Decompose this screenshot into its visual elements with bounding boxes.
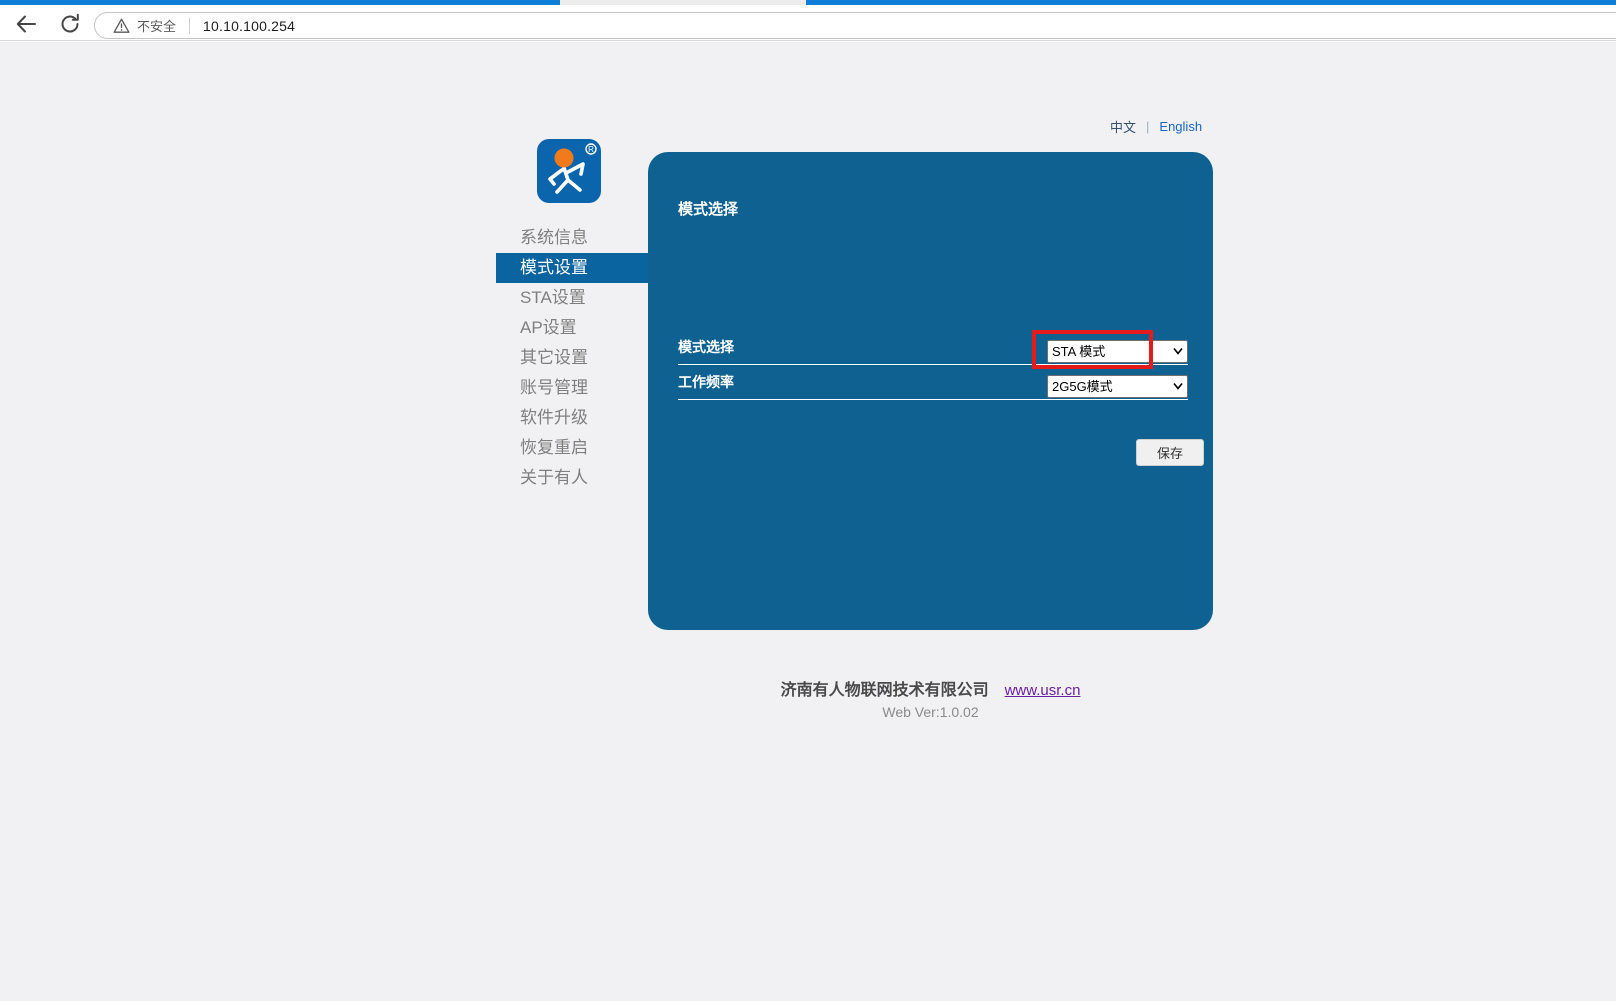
sidebar-menu: 系统信息 模式设置 STA设置 AP设置 其它设置 账号管理 软件升级 恢复重启… bbox=[496, 223, 648, 493]
reload-icon bbox=[58, 12, 82, 36]
url-text: 10.10.100.254 bbox=[203, 18, 295, 34]
usr-logo: R bbox=[537, 139, 601, 203]
address-separator bbox=[189, 18, 190, 34]
panel-title: 模式选择 bbox=[678, 198, 738, 219]
not-secure-warning-icon bbox=[113, 18, 130, 33]
web-version: Web Ver:1.0.02 bbox=[648, 704, 1213, 720]
mode-form: 模式选择 STA 模式 工作频率 2G5G模式 bbox=[678, 330, 1188, 400]
not-secure-label: 不安全 bbox=[137, 16, 176, 35]
page-background: 中文 | English R 系统信息 模式设置 STA设置 AP设置 其它设置… bbox=[0, 42, 1616, 1001]
sidebar-item-account-management[interactable]: 账号管理 bbox=[496, 373, 648, 403]
sidebar-item-other-settings[interactable]: 其它设置 bbox=[496, 343, 648, 373]
sidebar-item-ap-settings[interactable]: AP设置 bbox=[496, 313, 648, 343]
back-arrow-icon bbox=[14, 12, 38, 36]
sidebar-item-mode-settings[interactable]: 模式设置 bbox=[496, 253, 648, 283]
lang-separator: | bbox=[1146, 119, 1149, 134]
sidebar-item-system-info[interactable]: 系统信息 bbox=[496, 223, 648, 253]
mode-select[interactable]: STA 模式 bbox=[1047, 340, 1188, 363]
mode-select-wrap: STA 模式 bbox=[1047, 340, 1188, 363]
mode-settings-panel: 模式选择 模式选择 STA 模式 工作频率 2G5G模式 bbox=[648, 152, 1213, 630]
lang-english-link[interactable]: English bbox=[1159, 119, 1202, 134]
back-button[interactable] bbox=[14, 12, 38, 36]
usr-website-link[interactable]: www.usr.cn bbox=[1005, 682, 1081, 699]
sidebar-item-about-usr[interactable]: 关于有人 bbox=[496, 463, 648, 493]
frequency-select-label: 工作频率 bbox=[678, 372, 734, 392]
mode-select-label: 模式选择 bbox=[678, 337, 734, 357]
language-switcher: 中文 | English bbox=[1110, 117, 1202, 136]
sidebar-item-restore-restart[interactable]: 恢复重启 bbox=[496, 433, 648, 463]
reload-button[interactable] bbox=[58, 12, 82, 36]
browser-toolbar: 不安全 10.10.100.254 bbox=[0, 5, 1616, 41]
screen: 不安全 10.10.100.254 中文 | English R 系 bbox=[0, 0, 1616, 1001]
lang-chinese-link[interactable]: 中文 bbox=[1110, 117, 1136, 136]
form-row-frequency: 工作频率 2G5G模式 bbox=[678, 365, 1188, 400]
sidebar-item-firmware-upgrade[interactable]: 软件升级 bbox=[496, 403, 648, 433]
page-footer: 济南有人物联网技术有限公司 www.usr.cn Web Ver:1.0.02 bbox=[648, 676, 1213, 720]
sidebar-item-sta-settings[interactable]: STA设置 bbox=[496, 283, 648, 313]
frequency-select[interactable]: 2G5G模式 bbox=[1047, 375, 1188, 398]
svg-text:R: R bbox=[588, 145, 594, 154]
address-bar[interactable]: 不安全 10.10.100.254 bbox=[94, 12, 1616, 39]
company-name: 济南有人物联网技术有限公司 bbox=[781, 682, 989, 699]
form-row-mode: 模式选择 STA 模式 bbox=[678, 330, 1188, 365]
frequency-select-wrap: 2G5G模式 bbox=[1047, 375, 1188, 398]
save-button[interactable]: 保存 bbox=[1136, 439, 1204, 466]
